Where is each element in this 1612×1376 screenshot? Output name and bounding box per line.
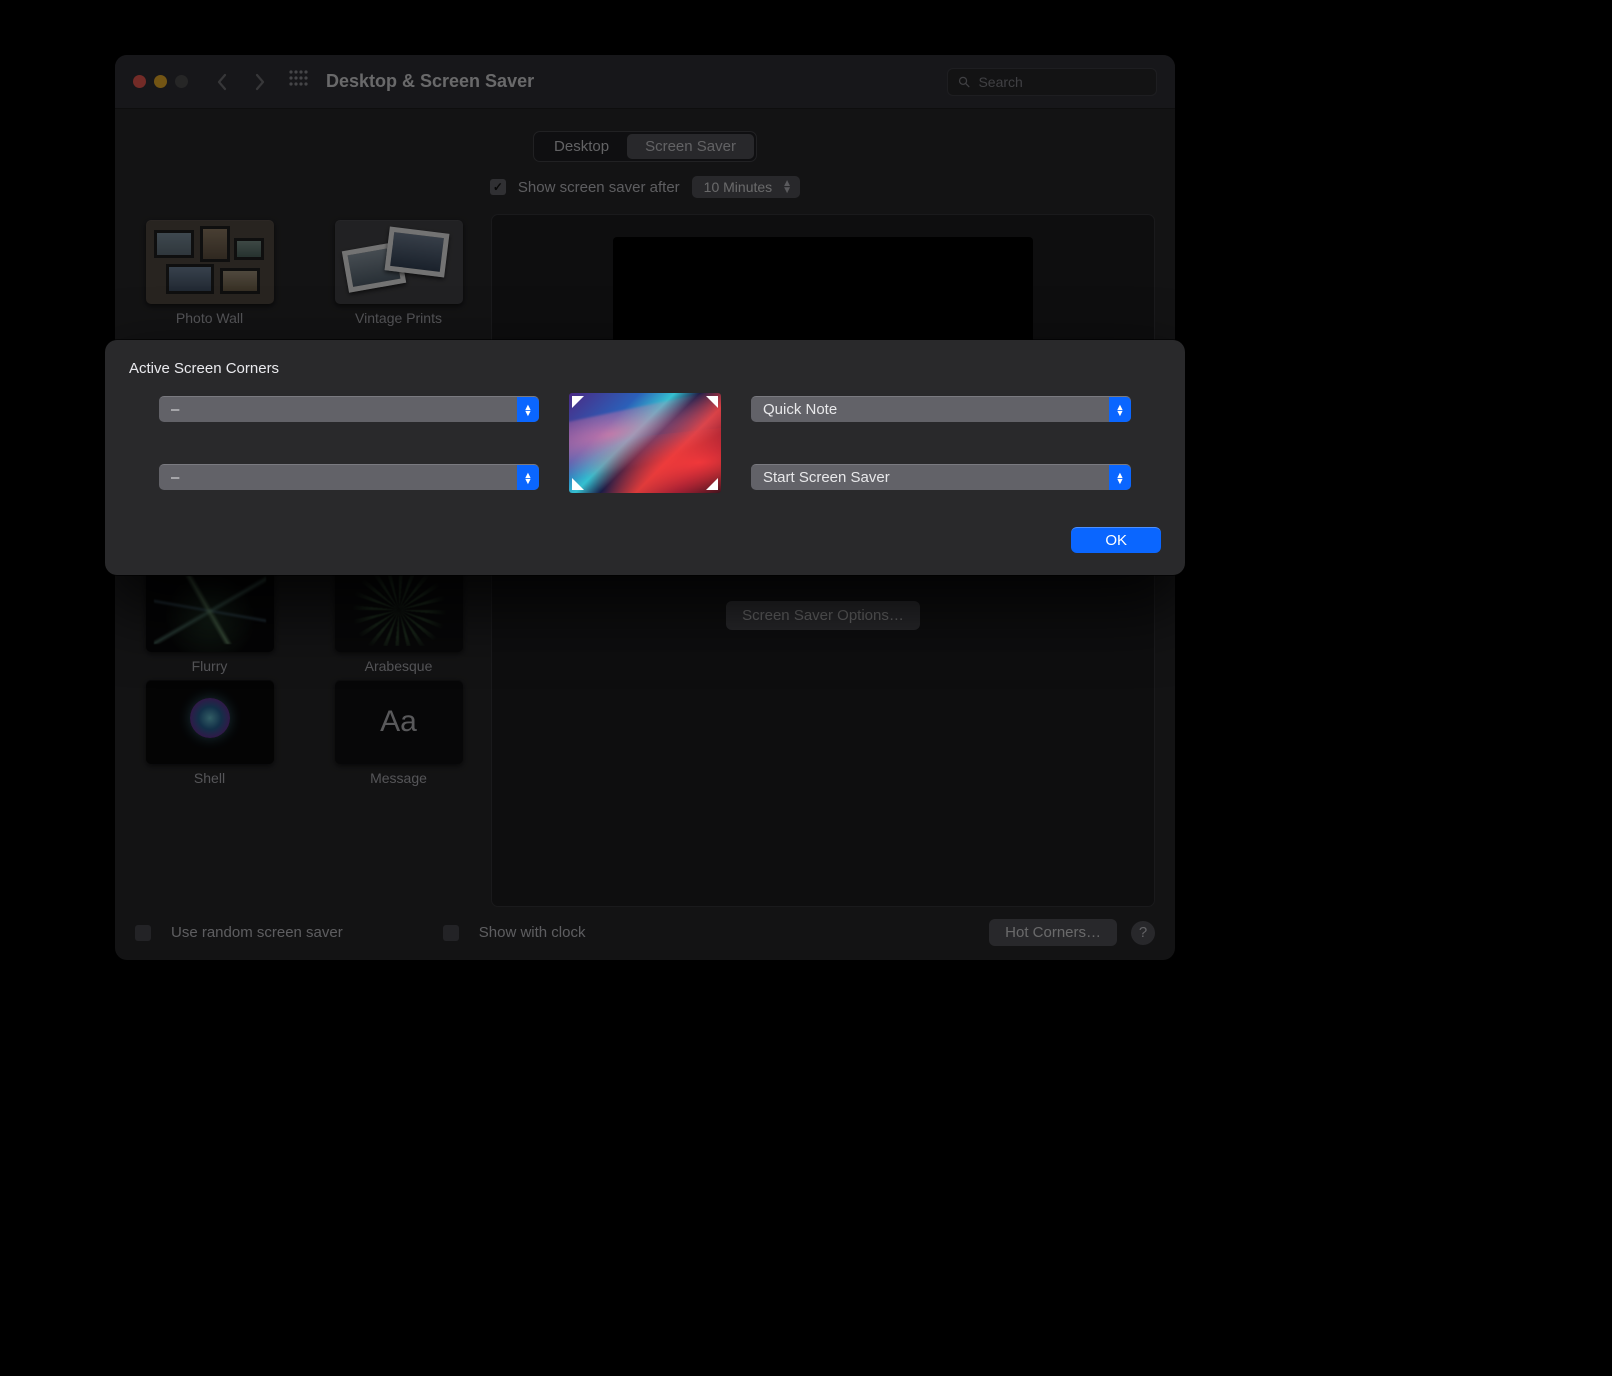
clock-checkbox[interactable] xyxy=(443,925,459,941)
corner-top-right-value: Quick Note xyxy=(763,401,837,418)
ok-button[interactable]: OK xyxy=(1071,527,1161,553)
saver-thumb xyxy=(146,680,274,764)
tab-segmented-control: Desktop Screen Saver xyxy=(533,131,757,162)
titlebar: Desktop & Screen Saver xyxy=(115,55,1175,109)
saver-thumb xyxy=(146,220,274,304)
chevrons-up-down-icon xyxy=(1109,465,1131,490)
close-window-button[interactable] xyxy=(133,75,146,88)
random-label: Use random screen saver xyxy=(171,924,343,941)
corner-indicator-tl-icon xyxy=(572,396,584,408)
saver-thumb xyxy=(335,220,463,304)
clock-label: Show with clock xyxy=(479,924,586,941)
saver-thumb: Aa xyxy=(335,680,463,764)
search-field[interactable] xyxy=(947,68,1157,96)
tab-desktop[interactable]: Desktop xyxy=(536,134,627,159)
footer: Use random screen saver Show with clock … xyxy=(135,907,1155,946)
saver-flurry[interactable]: Flurry xyxy=(135,568,284,674)
show-after-select[interactable]: 10 Minutes ▲▼ xyxy=(692,176,800,198)
corner-indicator-br-icon xyxy=(706,478,718,490)
corner-bottom-right-select[interactable]: Start Screen Saver xyxy=(751,464,1131,490)
forward-button[interactable] xyxy=(246,68,274,96)
show-after-checkbox[interactable] xyxy=(490,179,506,195)
show-after-value: 10 Minutes xyxy=(704,179,772,195)
chevrons-up-down-icon xyxy=(1109,397,1131,422)
saver-photo-wall[interactable]: Photo Wall xyxy=(135,220,284,326)
window-traffic-lights xyxy=(133,75,188,88)
window-title: Desktop & Screen Saver xyxy=(326,71,534,92)
saver-thumb xyxy=(146,568,274,652)
show-all-icon[interactable] xyxy=(288,69,308,94)
zoom-window-button[interactable] xyxy=(175,75,188,88)
show-after-label: Show screen saver after xyxy=(518,179,680,196)
corner-indicator-bl-icon xyxy=(572,478,584,490)
back-button[interactable] xyxy=(208,68,236,96)
corner-top-left-value: – xyxy=(171,401,179,418)
desktop-preview-thumb xyxy=(569,393,721,493)
saver-message[interactable]: Aa Message xyxy=(324,680,473,786)
corner-bottom-right-value: Start Screen Saver xyxy=(763,469,890,486)
random-checkbox[interactable] xyxy=(135,925,151,941)
chevrons-up-down-icon: ▲▼ xyxy=(782,180,792,194)
corner-indicator-tr-icon xyxy=(706,396,718,408)
saver-arabesque[interactable]: Arabesque xyxy=(324,568,473,674)
tab-screen-saver[interactable]: Screen Saver xyxy=(627,134,754,159)
hot-corners-button[interactable]: Hot Corners… xyxy=(989,919,1117,946)
corner-top-right-select[interactable]: Quick Note xyxy=(751,396,1131,422)
corner-bottom-left-select[interactable]: – xyxy=(159,464,539,490)
saver-vintage-prints[interactable]: Vintage Prints xyxy=(324,220,473,326)
hot-corners-sheet: Active Screen Corners – – Quick Note xyxy=(105,340,1185,575)
sheet-title: Active Screen Corners xyxy=(129,360,1161,377)
corner-bottom-left-value: – xyxy=(171,469,179,486)
chevrons-up-down-icon xyxy=(517,397,539,422)
saver-shell[interactable]: Shell xyxy=(135,680,284,786)
chevrons-up-down-icon xyxy=(517,465,539,490)
corner-top-left-select[interactable]: – xyxy=(159,396,539,422)
saver-thumb xyxy=(335,568,463,652)
minimize-window-button[interactable] xyxy=(154,75,167,88)
search-icon xyxy=(958,75,970,89)
search-input[interactable] xyxy=(978,74,1146,90)
screen-saver-options-button[interactable]: Screen Saver Options… xyxy=(726,601,920,630)
help-button[interactable]: ? xyxy=(1131,921,1155,945)
